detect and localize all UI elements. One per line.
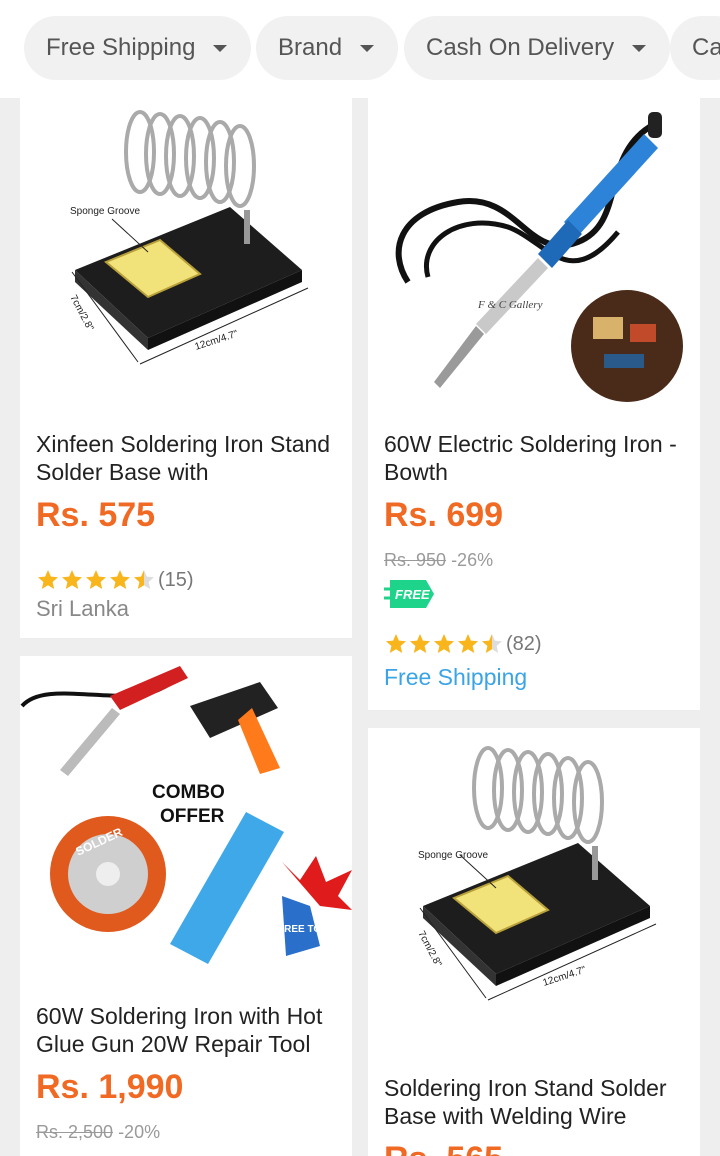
- product-price: Rs. 575: [36, 496, 156, 534]
- chevron-down-icon: [213, 44, 228, 52]
- star-icon: [458, 634, 478, 653]
- shipping-label: Free Shipping: [384, 664, 528, 690]
- filter-free-shipping[interactable]: Free Shipping: [24, 16, 252, 80]
- star-icon: [410, 634, 430, 653]
- product-image: Sponge Groove 12cm/4.7" 7cm/2.8": [415, 746, 657, 1001]
- star-icon: [134, 570, 154, 589]
- product-image: COMBO OFFER FREE TORCH SOLDER: [20, 666, 352, 964]
- filter-label: Ca: [692, 34, 720, 61]
- width-label: 12cm/4.7": [194, 328, 240, 352]
- product-rating: (15): [36, 568, 194, 592]
- product-price: Rs. 565: [384, 1140, 503, 1156]
- rating-count: (82): [506, 632, 542, 655]
- soldering-iron-drawing: [395, 112, 683, 402]
- star-icon: [434, 634, 454, 653]
- rating-count: (15): [158, 568, 194, 591]
- product-price: Rs. 699: [384, 496, 504, 534]
- star-icon: [86, 570, 106, 589]
- discount-percent: -26%: [451, 550, 494, 570]
- star-icon: [110, 570, 130, 589]
- image-watermark: F & C Gallery: [477, 299, 543, 311]
- product-price: Rs. 1,990: [36, 1068, 184, 1106]
- product-rating: (82): [384, 632, 542, 656]
- filter-label: Brand: [278, 34, 343, 61]
- original-price: Rs. 950: [384, 550, 447, 570]
- product-card[interactable]: Sponge Groove 12cm/4.7" 7cm/2.8" Solderi…: [368, 728, 700, 1156]
- filter-cash-on-delivery[interactable]: Cash On Delivery: [404, 16, 671, 80]
- solder-stand-drawing: [419, 746, 657, 1001]
- sponge-label: Sponge Groove: [418, 850, 488, 861]
- product-image: F & C Gallery: [395, 112, 683, 402]
- product-image: Sponge Groove 12cm/4.7" 7cm/2.8": [67, 110, 309, 365]
- product-title: 60W Electric Soldering Iron - Bowth: [384, 431, 677, 485]
- free-shipping-badge: FREE: [384, 580, 434, 608]
- star-icon: [386, 634, 406, 653]
- star-icon: [38, 570, 58, 589]
- chevron-down-icon: [632, 44, 647, 52]
- filter-label: Cash On Delivery: [426, 34, 615, 61]
- solder-stand-drawing: [71, 110, 309, 365]
- filter-brand[interactable]: Brand: [256, 16, 399, 80]
- product-card[interactable]: Sponge Groove 12cm/4.7" 7cm/2.8" Xinfeen…: [20, 92, 352, 638]
- sponge-label: Sponge Groove: [70, 206, 140, 217]
- star-icon: [482, 634, 502, 653]
- product-card[interactable]: COMBO OFFER FREE TORCH SOLDER 60W Solder…: [20, 656, 352, 1156]
- original-price: Rs. 2,500: [36, 1122, 114, 1142]
- discount-percent: -20%: [118, 1122, 161, 1142]
- product-title: 60W Soldering Iron with Hot Glue Gun 20W…: [36, 1003, 323, 1057]
- product-title: Soldering Iron Stand Solder Base with We…: [384, 1075, 667, 1129]
- product-card[interactable]: F & C Gallery 60W Electric Soldering Iro…: [368, 92, 700, 710]
- width-label: 12cm/4.7": [542, 964, 588, 988]
- rating-stars: [36, 568, 156, 592]
- combo-label: COMBO: [152, 782, 225, 803]
- chevron-down-icon: [360, 44, 375, 52]
- offer-label: OFFER: [160, 806, 225, 827]
- star-icon: [62, 570, 82, 589]
- original-price-row: Rs. 950 -26%: [384, 550, 493, 571]
- original-price-row: Rs. 2,500 -20%: [36, 1122, 160, 1143]
- filter-category[interactable]: Ca: [670, 16, 720, 80]
- seller-location: Sri Lanka: [36, 596, 129, 621]
- filter-label: Free Shipping: [46, 34, 196, 61]
- badge-text: FREE: [395, 587, 430, 602]
- filter-bar: Free Shipping Brand Cash On Delivery Ca: [0, 0, 720, 98]
- rating-stars: [384, 632, 504, 656]
- torch-label: FREE TORCH: [278, 924, 343, 935]
- product-title: Xinfeen Soldering Iron Stand Solder Base…: [36, 431, 331, 485]
